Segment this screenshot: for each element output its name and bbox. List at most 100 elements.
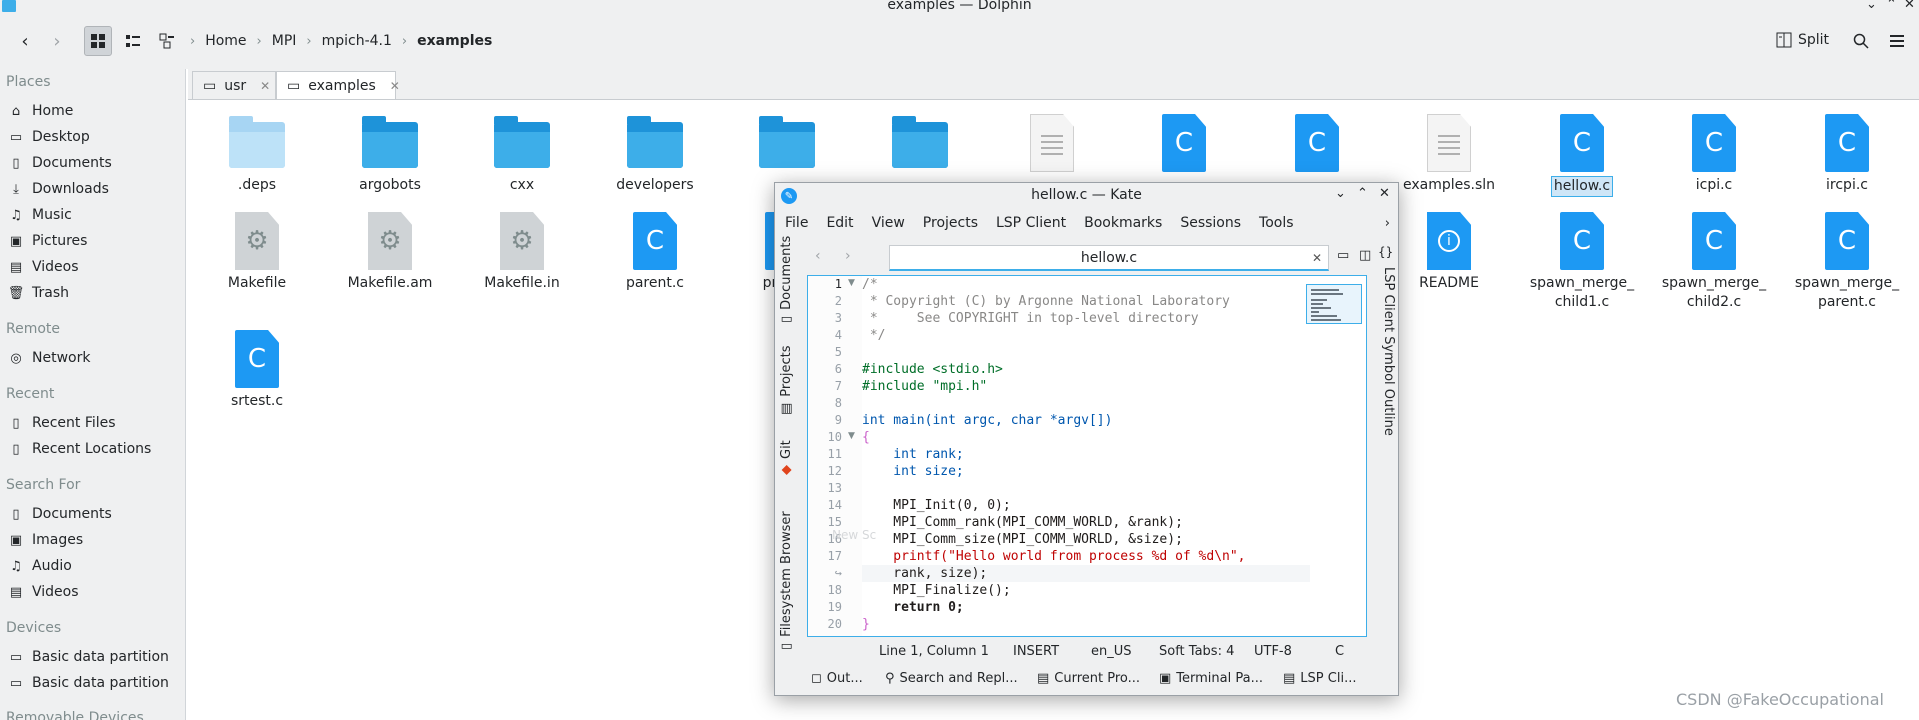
split-view-icon[interactable]: ◫ — [1359, 248, 1371, 263]
close-tab-icon[interactable]: ✕ — [260, 79, 270, 93]
hamburger-menu-button[interactable] — [1884, 26, 1910, 56]
forward-button[interactable]: › — [44, 26, 70, 56]
minimize-icon[interactable]: ⌄ — [1335, 186, 1346, 201]
sidebar-item-downloads[interactable]: ⤓ Downloads — [8, 179, 109, 199]
file-item[interactable]: Csrtest.c — [197, 330, 317, 411]
file-item[interactable]: Cparent.c — [595, 212, 715, 293]
file-item[interactable]: Cspawn_merge_ parent.c — [1787, 212, 1907, 312]
file-item[interactable]: examples.sln — [1389, 114, 1509, 195]
file-item[interactable]: i README — [1389, 212, 1509, 293]
code-line: int rank; — [862, 447, 964, 462]
maximize-icon[interactable]: ⌃ — [1357, 186, 1368, 201]
menu-edit[interactable]: Edit — [826, 215, 853, 237]
menu-sessions[interactable]: Sessions — [1180, 215, 1241, 237]
breadcrumb-home[interactable]: Home — [205, 33, 246, 49]
places-panel: Places ⌂ Home ▭ Desktop ▯ Documents ⤓ Downlo… — [0, 69, 186, 720]
breadcrumb-examples[interactable]: examples — [417, 33, 492, 49]
sidebar-item-desktop[interactable]: ▭ Desktop — [8, 127, 90, 147]
close-icon[interactable]: ✕ — [1904, 0, 1915, 12]
file-item[interactable]: .deps — [197, 114, 317, 195]
indentation-settings[interactable]: Soft Tabs: 4 — [1159, 644, 1234, 659]
file-item[interactable] — [860, 114, 980, 174]
menu-tools[interactable]: Tools — [1259, 215, 1294, 237]
new-tab-icon[interactable]: ▭ — [1337, 248, 1349, 263]
back-icon[interactable]: ‹ — [815, 248, 821, 264]
file-item[interactable] — [727, 114, 847, 174]
tab-examples[interactable]: ▭ examples ✕ — [276, 71, 400, 99]
details-view-button[interactable] — [154, 26, 180, 56]
sidebar-item-partition-1[interactable]: ▭ Basic data partition — [8, 647, 169, 667]
toolview-terminal[interactable]: ▣ Terminal Pa... — [1159, 671, 1263, 686]
menu-lsp-client[interactable]: LSP Client — [996, 215, 1066, 237]
file-item[interactable] — [992, 114, 1112, 174]
file-item[interactable]: ⚙ Makefile.in — [462, 212, 582, 293]
sidebar-item-pictures[interactable]: ▣ Pictures — [8, 231, 88, 251]
recent-header: Recent — [6, 386, 55, 402]
file-item[interactable]: C — [1124, 114, 1244, 174]
toolview-output[interactable]: ◻ Out... — [811, 671, 863, 686]
close-icon[interactable]: ✕ — [1379, 186, 1390, 201]
search-button[interactable] — [1848, 26, 1874, 56]
encoding[interactable]: UTF-8 — [1254, 644, 1292, 659]
dolphin-toolbar: ‹ › › Home › MPI › mpich-4.1 › examples … — [0, 14, 1919, 69]
sidebar-tab-lsp-symbol-outline[interactable]: LSP Client Symbol Outline — [1381, 267, 1396, 436]
sidebar-item-search-documents[interactable]: ▯ Documents — [8, 504, 111, 524]
code-editor[interactable]: 1 ▼ 2 3 4 5 6 7 8 9 10 ▼ 11 12 13 14 15 … — [807, 275, 1367, 637]
file-item[interactable]: developers — [595, 114, 715, 195]
sidebar-item-partition-2[interactable]: ▭ Basic data partition — [8, 673, 169, 693]
toolview-current-project[interactable]: ▤ Current Pro... — [1037, 671, 1140, 686]
cursor-position[interactable]: Line 1, Column 1 — [879, 644, 989, 659]
toolview-lsp-client[interactable]: ▤ LSP Cli... — [1283, 671, 1356, 686]
file-item[interactable]: cxx — [462, 114, 582, 195]
close-tab-icon[interactable]: ✕ — [1312, 246, 1322, 270]
sidebar-tab-documents[interactable]: ▯ Documents — [779, 236, 794, 323]
sidebar-item-search-videos[interactable]: ▤ Videos — [8, 582, 79, 602]
sidebar-item-music[interactable]: ♫ Music — [8, 205, 72, 225]
input-mode[interactable]: INSERT — [1013, 644, 1059, 659]
sidebar-item-network[interactable]: ◎ Network — [8, 348, 90, 368]
chevron-right-icon[interactable]: › — [1385, 216, 1390, 231]
file-item[interactable]: ⚙ Makefile — [197, 212, 317, 293]
breadcrumb-mpi[interactable]: MPI — [272, 33, 297, 49]
maximize-icon[interactable]: ⌃ — [1886, 0, 1897, 12]
file-item[interactable]: Cspawn_merge_ child1.c — [1522, 212, 1642, 312]
sidebar-tab-filesystem-browser[interactable]: ▯ Filesystem Browser — [779, 511, 794, 650]
file-item[interactable]: Cspawn_merge_ child2.c — [1654, 212, 1774, 312]
fold-arrow-icon[interactable]: ▼ — [848, 278, 855, 288]
minimap[interactable] — [1306, 284, 1362, 324]
syntax-mode[interactable]: C — [1335, 644, 1344, 659]
sidebar-tab-projects[interactable]: ▤ Projects — [779, 345, 794, 415]
sidebar-item-trash[interactable]: 🗑 Trash — [8, 283, 69, 303]
file-item[interactable]: argobots — [330, 114, 450, 195]
forward-icon[interactable]: › — [845, 248, 851, 264]
sidebar-item-videos[interactable]: ▤ Videos — [8, 257, 79, 277]
icons-view-button[interactable] — [84, 26, 112, 56]
sidebar-item-recent-locations[interactable]: ▯ Recent Locations — [8, 439, 151, 459]
sidebar-item-home[interactable]: ⌂ Home — [8, 101, 73, 121]
split-button[interactable]: Split — [1776, 32, 1829, 48]
toolview-search-replace[interactable]: ⚲ Search and Repl... — [885, 671, 1018, 686]
sidebar-item-recent-files[interactable]: ▯ Recent Files — [8, 413, 115, 433]
file-item[interactable]: ⚙ Makefile.am — [330, 212, 450, 293]
file-item[interactable]: Circpi.c — [1787, 114, 1907, 195]
menu-bookmarks[interactable]: Bookmarks — [1084, 215, 1162, 237]
file-item[interactable]: C — [1257, 114, 1377, 174]
sidebar-item-search-images[interactable]: ▣ Images — [8, 530, 83, 550]
menu-projects[interactable]: Projects — [923, 215, 978, 237]
tab-usr[interactable]: ▭ usr ✕ — [192, 71, 276, 99]
menu-file[interactable]: File — [785, 215, 808, 237]
document-tab[interactable]: hellow.c ✕ — [889, 245, 1329, 271]
minimize-icon[interactable]: ⌄ — [1866, 0, 1877, 12]
compact-view-button[interactable] — [120, 26, 146, 56]
menu-view[interactable]: View — [872, 215, 905, 237]
sidebar-item-search-audio[interactable]: ♫ Audio — [8, 556, 72, 576]
back-button[interactable]: ‹ — [12, 26, 38, 56]
breadcrumb-mpich[interactable]: mpich-4.1 — [322, 33, 392, 49]
dictionary-language[interactable]: en_US — [1091, 644, 1132, 659]
sidebar-item-documents[interactable]: ▯ Documents — [8, 153, 111, 173]
file-item[interactable]: Cicpi.c — [1654, 114, 1774, 195]
sidebar-tab-git[interactable]: ◆ Git — [779, 440, 794, 475]
fold-arrow-icon[interactable]: ▼ — [848, 431, 855, 441]
close-tab-icon[interactable]: ✕ — [390, 79, 400, 93]
file-item[interactable]: Chellow.c — [1522, 114, 1642, 197]
